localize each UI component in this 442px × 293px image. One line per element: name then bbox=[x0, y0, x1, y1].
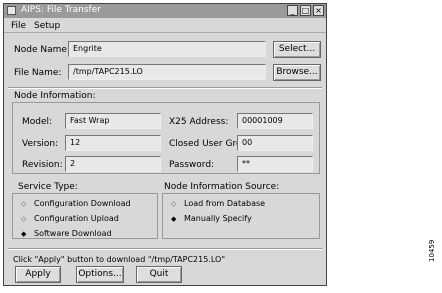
radio-selected-icon: ◆ bbox=[21, 229, 27, 238]
radio-configuration-download[interactable]: ◇ Configuration Download bbox=[21, 199, 131, 208]
menu-file[interactable]: File bbox=[11, 21, 26, 31]
separator bbox=[8, 248, 322, 250]
node-information-title: Node Information: bbox=[14, 91, 96, 101]
x25-address-label: X25 Address: bbox=[169, 117, 229, 127]
radio-label: Configuration Download bbox=[34, 199, 131, 208]
file-name-label: File Name: bbox=[14, 68, 62, 78]
browse-button[interactable]: Browse... bbox=[273, 64, 321, 81]
radio-unselected-icon: ◇ bbox=[21, 214, 27, 223]
radio-selected-icon: ◆ bbox=[171, 214, 177, 223]
quit-button[interactable]: Quit bbox=[136, 266, 182, 283]
version-field[interactable]: 12 bbox=[65, 135, 161, 151]
title-bar[interactable]: AIPS: File Transfer _ □ × bbox=[4, 4, 326, 18]
revision-field[interactable]: 2 bbox=[65, 156, 161, 172]
node-information-group: Model: Fast Wrap Version: 12 Revision: 2… bbox=[12, 102, 320, 174]
menu-setup[interactable]: Setup bbox=[34, 21, 60, 31]
window-menu-icon[interactable] bbox=[7, 6, 16, 15]
close-icon[interactable]: × bbox=[313, 5, 324, 16]
options-button[interactable]: Options... bbox=[76, 266, 124, 283]
radio-label: Manually Specify bbox=[184, 214, 252, 223]
radio-unselected-icon: ◇ bbox=[21, 199, 27, 208]
radio-load-from-database[interactable]: ◇ Load from Database bbox=[171, 199, 265, 208]
node-name-label: Node Name: bbox=[14, 45, 70, 55]
radio-manually-specify[interactable]: ◆ Manually Specify bbox=[171, 214, 252, 223]
model-field[interactable]: Fast Wrap bbox=[65, 113, 161, 129]
status-message: Click "Apply" button to download "/tmp/T… bbox=[13, 255, 226, 264]
radio-label: Software Download bbox=[34, 229, 112, 238]
file-transfer-window: AIPS: File Transfer _ □ × File Setup Nod… bbox=[3, 3, 327, 286]
menu-bar: File Setup bbox=[4, 19, 326, 33]
minimize-icon[interactable]: _ bbox=[287, 5, 298, 16]
apply-button[interactable]: Apply bbox=[15, 266, 61, 283]
radio-label: Configuration Upload bbox=[34, 214, 119, 223]
radio-configuration-upload[interactable]: ◇ Configuration Upload bbox=[21, 214, 119, 223]
file-name-field[interactable]: /tmp/TAPC215.LO bbox=[68, 64, 266, 80]
radio-software-download[interactable]: ◆ Software Download bbox=[21, 229, 112, 238]
radio-label: Load from Database bbox=[184, 199, 266, 208]
model-label: Model: bbox=[22, 117, 53, 127]
node-name-field[interactable]: Engrite bbox=[68, 41, 266, 57]
revision-label: Revision: bbox=[22, 160, 63, 170]
separator bbox=[8, 87, 322, 89]
window-title: AIPS: File Transfer bbox=[21, 5, 101, 15]
password-field[interactable]: ** bbox=[237, 156, 313, 172]
figure-number: 10459 bbox=[428, 239, 436, 262]
service-type-group: ◇ Configuration Download ◇ Configuration… bbox=[12, 193, 158, 239]
closed-user-group-field[interactable]: 00 bbox=[237, 135, 313, 151]
x25-address-field[interactable]: 00001009 bbox=[237, 113, 313, 129]
node-info-source-title: Node Information Source: bbox=[164, 182, 280, 192]
password-label: Password: bbox=[169, 160, 215, 170]
select-button[interactable]: Select... bbox=[273, 41, 321, 58]
radio-unselected-icon: ◇ bbox=[171, 199, 177, 208]
node-info-source-group: ◇ Load from Database ◆ Manually Specify bbox=[162, 193, 320, 239]
maximize-icon[interactable]: □ bbox=[300, 5, 311, 16]
version-label: Version: bbox=[22, 139, 59, 149]
service-type-title: Service Type: bbox=[18, 182, 78, 192]
